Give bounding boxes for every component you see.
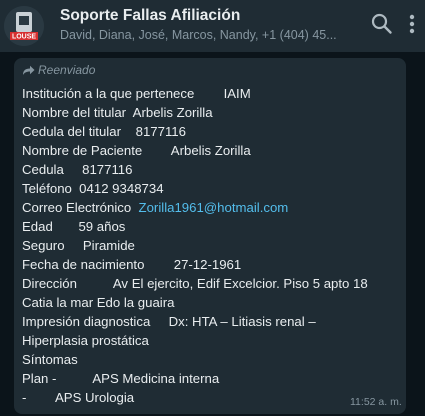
message-line: Institución a la que pertenece IAIM bbox=[22, 86, 251, 101]
chat-header[interactable]: LOUSE Soporte Fallas Afiliación David, D… bbox=[0, 0, 425, 52]
forwarded-label: Reenviado bbox=[22, 63, 95, 77]
message-line: Catia la mar Edo la guaira bbox=[22, 295, 175, 310]
menu-icon[interactable] bbox=[405, 12, 419, 38]
search-icon[interactable] bbox=[369, 11, 395, 37]
message-timestamp: 11:52 a. m. bbox=[350, 396, 402, 408]
message-line-email: Correo Electrónico Zorilla1961@hotmail.c… bbox=[22, 198, 402, 217]
message-line: Plan - APS Medicina interna bbox=[22, 371, 220, 386]
chat-participants: David, Diana, José, Marcos, Nandy, +1 (4… bbox=[60, 28, 337, 42]
email-label: Correo Electrónico bbox=[22, 200, 139, 215]
chat-title: Soporte Fallas Afiliación bbox=[60, 7, 241, 24]
avatar-image: LOUSE bbox=[4, 6, 44, 46]
message-line: Seguro Piramide bbox=[22, 238, 135, 253]
message-line: Síntomas bbox=[22, 352, 78, 367]
message-line: Cedula 8177116 bbox=[22, 162, 133, 177]
email-link[interactable]: Zorilla1961@hotmail.com bbox=[139, 200, 289, 215]
message-line: Cedula del titular 8177116 bbox=[22, 124, 186, 139]
message-line: Nombre del titular Arbelis Zorilla bbox=[22, 105, 213, 120]
svg-text:LOUSE: LOUSE bbox=[12, 34, 36, 41]
message-text: Institución a la que pertenece IAIM Nomb… bbox=[22, 84, 402, 407]
forward-icon bbox=[23, 65, 35, 75]
message-line: Hiperplasia prostática bbox=[22, 333, 149, 348]
message-line: Impresión diagnostica Dx: HTA – Litiasis… bbox=[22, 314, 316, 329]
group-avatar[interactable]: LOUSE bbox=[4, 6, 44, 46]
message-line: Edad 59 años bbox=[22, 219, 126, 234]
message-line: Dirección Av El ejercito, Edif Excelcior… bbox=[22, 276, 368, 291]
message-line: - APS Urologia bbox=[22, 390, 135, 405]
message-line: Teléfono 0412 9348734 bbox=[22, 181, 164, 196]
message-line: Fecha de nacimiento 27-12-1961 bbox=[22, 257, 242, 272]
message-line: Nombre de Paciente Arbelis Zorilla bbox=[22, 143, 251, 158]
